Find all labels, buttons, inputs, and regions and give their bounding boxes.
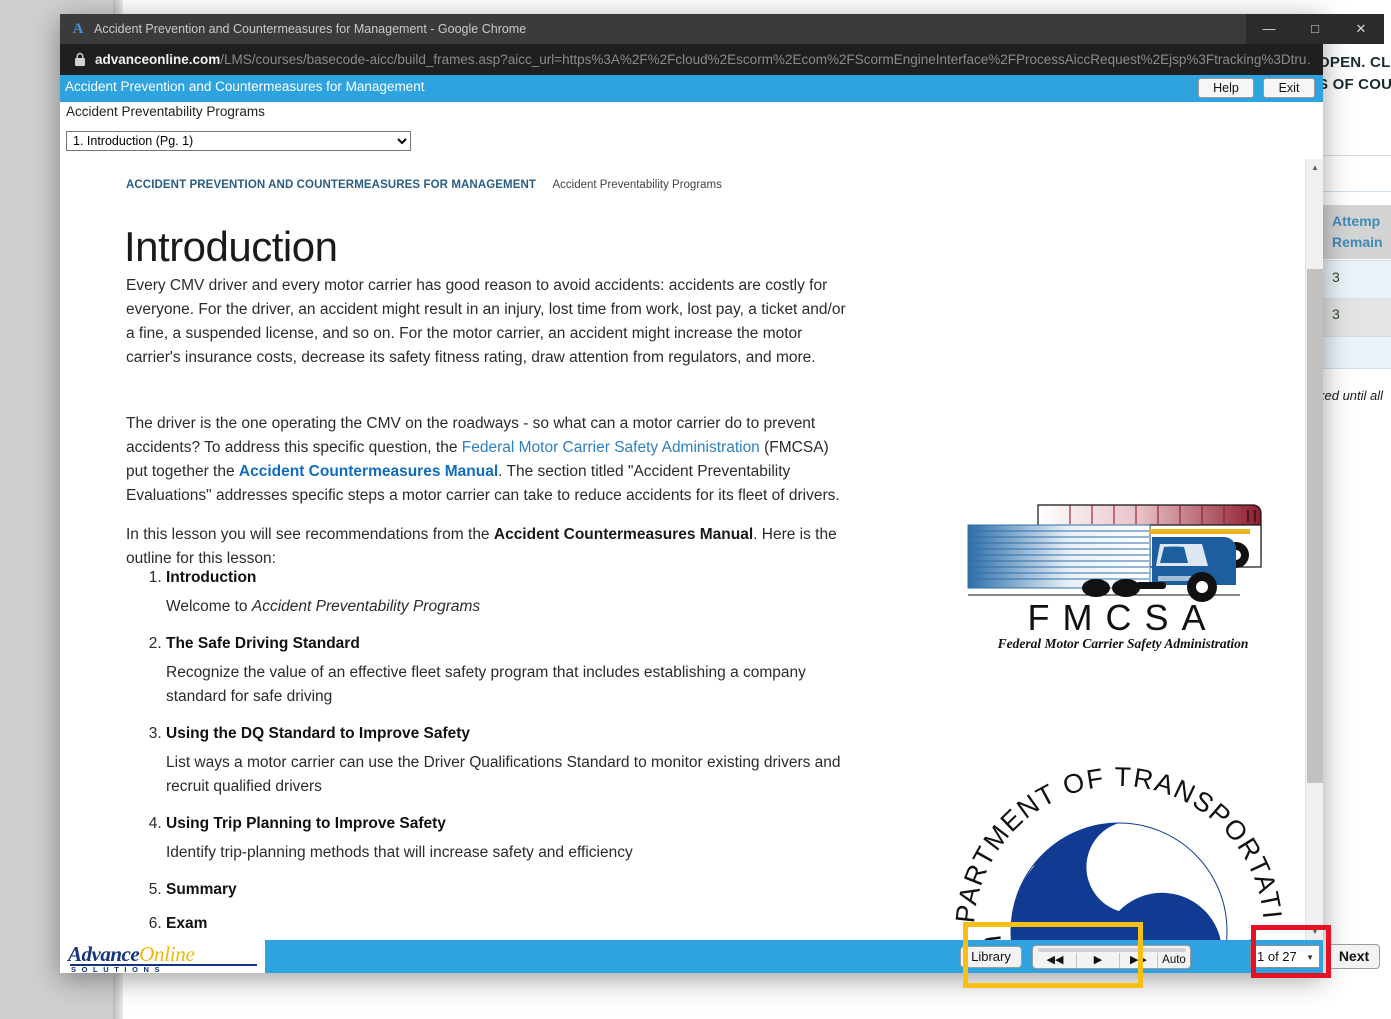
fmcsa-acronym: FMCSA	[1028, 597, 1219, 638]
outline-desc-text: Welcome to	[166, 598, 252, 615]
outline-item-description: Welcome to Accident Preventability Progr…	[166, 595, 856, 619]
para3-bold: Accident Countermeasures Manual	[493, 525, 754, 543]
outline-desc-emphasis: Accident Preventability Programs	[251, 598, 481, 615]
course-subtitle: Accident Preventability Programs	[66, 104, 265, 119]
background-course-table: OPEN. CLO S OF COU Attemp Remain 3 3 ked…	[1318, 0, 1391, 1019]
outline-item-title: Introduction	[166, 569, 257, 586]
background-table-heading-line2: S OF COU	[1318, 76, 1391, 93]
intro-paragraph-3: In this lesson you will see recommendati…	[126, 523, 852, 571]
course-header-title: Accident Prevention and Countermeasures …	[65, 79, 425, 94]
minimize-button[interactable]: —	[1246, 14, 1292, 44]
background-table-row	[1318, 368, 1391, 386]
background-attempt-value: 3	[1332, 269, 1340, 285]
outline-desc-text: List ways a motor carrier can use the Dr…	[166, 754, 841, 795]
exit-button[interactable]: Exit	[1263, 78, 1315, 98]
outline-item: Summary	[166, 881, 906, 899]
address-bar[interactable]: advanceonline.com/LMS/courses/basecode-a…	[60, 44, 1323, 75]
dot-seal-logo: DEPARTMENT OF TRANSPORTATION UNITED STAT…	[944, 753, 1286, 940]
background-table-row	[1318, 336, 1391, 368]
course-content: ACCIDENT PREVENTION AND COUNTERMEASURES …	[60, 159, 1305, 940]
outline-item-title: The Safe Driving Standard	[166, 635, 360, 652]
background-column-header-line1: Attemp	[1332, 213, 1381, 229]
media-auto-button[interactable]: Auto	[1158, 953, 1190, 968]
breadcrumb-course: ACCIDENT PREVENTION AND COUNTERMEASURES …	[126, 179, 537, 191]
outline-item-description: Recognize the value of an effective flee…	[166, 661, 856, 709]
outline-desc-text: Recognize the value of an effective flee…	[166, 664, 806, 705]
chrome-browser-window: A Accident Prevention and Countermeasure…	[60, 14, 1384, 974]
annotation-box-media-controls	[963, 922, 1143, 988]
outline-item-description: Identify trip-planning methods that will…	[166, 841, 856, 865]
window-title: Accident Prevention and Countermeasures …	[94, 22, 527, 36]
background-table-heading-line1: OPEN. CLO	[1318, 54, 1391, 71]
intro-paragraph-1: Every CMV driver and every motor carrier…	[126, 276, 846, 366]
course-subtitle-bar: Accident Preventability Programs	[60, 102, 1323, 123]
outline-item-description: List ways a motor carrier can use the Dr…	[166, 751, 856, 799]
background-attempt-value: 3	[1332, 306, 1340, 322]
maximize-button[interactable]: □	[1292, 14, 1338, 44]
brand-online: Online	[139, 942, 195, 966]
outline-item: Introduction Welcome to Accident Preventa…	[166, 569, 906, 619]
para3-text-1: In this lesson you will see recommendati…	[126, 525, 494, 543]
outline-item-title: Using the DQ Standard to Improve Safety	[166, 725, 471, 742]
background-table-row	[1318, 155, 1391, 191]
fmcsa-logo: FMCSA Federal Motor Carrier Safety Admin…	[967, 504, 1262, 651]
outline-item: Exam	[166, 915, 906, 933]
brand-advance: Advance	[68, 942, 140, 966]
browser-title-bar[interactable]: A Accident Prevention and Countermeasure…	[60, 14, 1384, 44]
background-table-row	[1318, 298, 1391, 336]
breadcrumb-lesson: Accident Preventability Programs	[552, 179, 722, 191]
scrollbar-thumb[interactable]	[1307, 269, 1323, 783]
background-table-row	[1318, 260, 1391, 298]
help-button[interactable]: Help	[1198, 78, 1254, 98]
page-select-dropdown[interactable]: 1. Introduction (Pg. 1)	[66, 131, 411, 151]
advance-online-logo: AdvanceOnline SOLUTIONS	[60, 940, 265, 974]
brand-solutions: SOLUTIONS	[71, 965, 166, 974]
annotation-box-next-button	[1251, 925, 1331, 978]
outline-item-title: Exam	[166, 915, 208, 932]
fmcsa-link[interactable]: Federal Motor Carrier Safety Administrat…	[462, 439, 760, 456]
lesson-outline-list: Introduction Welcome to Accident Preventa…	[126, 569, 906, 940]
course-content-frame: ACCIDENT PREVENTION AND COUNTERMEASURES …	[60, 159, 1323, 940]
outline-item: The Safe Driving Standard Recognize the v…	[166, 635, 906, 709]
breadcrumb: ACCIDENT PREVENTION AND COUNTERMEASURES …	[126, 175, 722, 193]
background-column-header: Attemp Remain	[1318, 205, 1391, 259]
lock-icon	[75, 52, 85, 66]
outline-item: Using the DQ Standard to Improve Safety L…	[166, 725, 906, 799]
scroll-up-arrow[interactable]: ▲	[1306, 159, 1324, 176]
content-scrollbar[interactable]: ▲ ▼	[1305, 159, 1323, 940]
course-header-bar: Accident Prevention and Countermeasures …	[60, 75, 1323, 102]
background-table-note: ked until all	[1318, 388, 1384, 403]
outline-desc-text: Identify trip-planning methods that will…	[166, 844, 633, 861]
page-title: Introduction	[124, 223, 338, 271]
outline-item-title: Using Trip Planning to Improve Safety	[166, 815, 446, 832]
outline-item-title: Summary	[166, 881, 237, 898]
outline-item: Using Trip Planning to Improve Safety Ide…	[166, 815, 906, 865]
close-button[interactable]: ✕	[1338, 14, 1384, 44]
background-column-header-line2: Remain	[1332, 234, 1383, 250]
fmcsa-subtitle: Federal Motor Carrier Safety Administrat…	[997, 636, 1249, 651]
manual-link[interactable]: Accident Countermeasures Manual	[239, 463, 498, 480]
chrome-icon: A	[72, 21, 84, 37]
url-text[interactable]: advanceonline.com/LMS/courses/basecode-a…	[95, 51, 1310, 68]
next-button[interactable]: Next	[1328, 944, 1380, 969]
intro-paragraph-2: The driver is the one operating the CMV …	[126, 412, 852, 508]
